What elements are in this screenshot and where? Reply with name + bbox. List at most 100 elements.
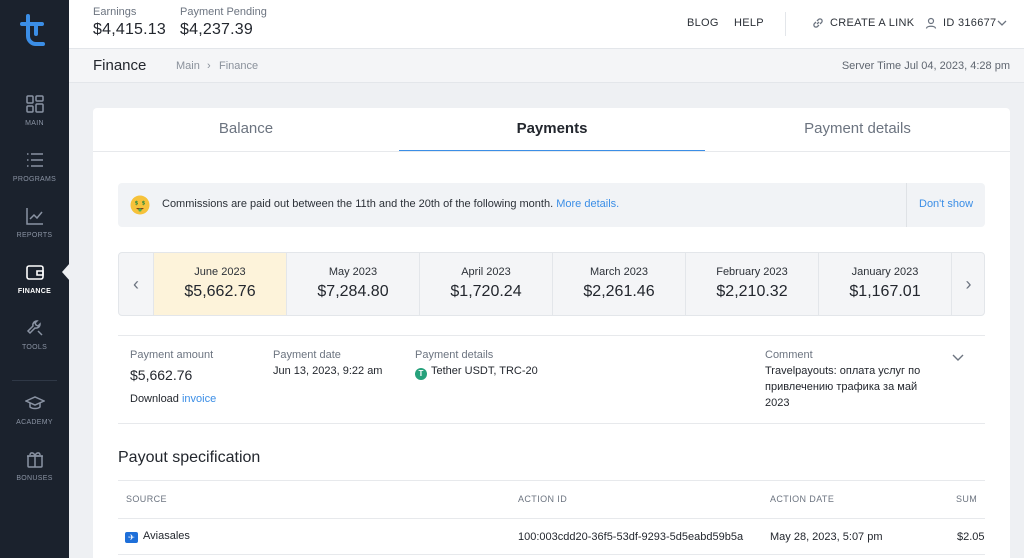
page-title: Finance — [93, 57, 147, 74]
chart-icon — [25, 208, 43, 225]
payment-amount-label: Payment amount — [130, 349, 214, 361]
link-icon — [813, 18, 823, 28]
month-january-2023[interactable]: January 2023 $1,167.01 — [818, 253, 951, 315]
sidebar-item-bonuses[interactable]: BONUSES — [0, 449, 69, 495]
payment-amount-value: $5,662.76 — [130, 367, 193, 383]
tab-payment-details[interactable]: Payment details — [705, 108, 1010, 152]
list-icon — [26, 153, 43, 167]
comment-line-3: 2023 — [765, 397, 790, 409]
month-name: April 2023 — [461, 266, 511, 278]
sidebar-item-label: FINANCE — [17, 288, 52, 295]
month-may-2023[interactable]: May 2023 $7,284.80 — [286, 253, 419, 315]
month-name: March 2023 — [589, 266, 649, 278]
wallet-icon — [25, 265, 44, 280]
travelpayouts-logo[interactable] — [19, 14, 49, 48]
comment-line-2: привлечению трафика за май — [765, 381, 918, 393]
row-source-label: Aviasales — [143, 530, 190, 542]
column-header-action-id[interactable]: ACTION ID — [518, 494, 567, 504]
tab-payments[interactable]: Payments — [399, 108, 705, 152]
sidebar-item-label: REPORTS — [16, 232, 53, 239]
prev-arrow-icon[interactable]: ‹ — [119, 253, 153, 315]
month-value: $5,662.76 — [184, 283, 256, 300]
invoice-link[interactable]: invoice — [182, 393, 216, 405]
pending-value: $4,237.39 — [180, 21, 253, 38]
top-divider — [785, 12, 786, 36]
help-link[interactable]: HELP — [734, 17, 764, 29]
month-name: June 2023 — [194, 266, 246, 278]
sidebar-item-programs[interactable]: PROGRAMS — [0, 150, 69, 196]
tether-icon: T — [415, 368, 427, 380]
month-value: $1,167.01 — [849, 283, 921, 300]
month-march-2023[interactable]: March 2023 $2,261.46 — [552, 253, 685, 315]
sidebar-item-label: ACADEMY — [16, 419, 53, 426]
row-source: ✈ Aviasales — [125, 530, 190, 543]
commission-notice: $ $ Commissions are paid out between the… — [118, 183, 985, 227]
column-header-action-date[interactable]: ACTION DATE — [770, 494, 834, 504]
svg-text:$: $ — [142, 201, 146, 207]
svg-text:$: $ — [135, 201, 139, 207]
create-link-button[interactable]: CREATE A LINK — [830, 17, 914, 29]
month-name: May 2023 — [328, 266, 378, 278]
notice-message: Commissions are paid out between the 11t… — [162, 198, 619, 210]
month-april-2023[interactable]: April 2023 $1,720.24 — [419, 253, 552, 315]
sidebar-item-finance[interactable]: FINANCE — [0, 262, 69, 308]
aviasales-icon: ✈ — [125, 532, 138, 543]
more-details-link[interactable]: More details. — [556, 198, 619, 210]
sidebar-item-label: BONUSES — [16, 475, 53, 482]
dont-show-button[interactable]: Don't show — [919, 198, 973, 210]
month-value: $1,720.24 — [450, 283, 522, 300]
server-time: Server Time Jul 04, 2023, 4:28 pm — [841, 60, 1010, 72]
chevron-down-icon[interactable] — [997, 19, 1007, 27]
breadcrumb-main[interactable]: Main — [176, 60, 200, 72]
sidebar-item-main[interactable]: MAIN — [0, 94, 69, 140]
sidebar-divider — [12, 380, 57, 381]
breadcrumb-separator-icon: › — [207, 60, 211, 72]
month-name: January 2023 — [851, 266, 919, 278]
tab-divider — [93, 151, 1010, 152]
comment-label: Comment — [765, 349, 813, 361]
breadcrumb-current: Finance — [219, 60, 259, 72]
notice-divider — [906, 183, 907, 227]
row-sum: $2.05 — [957, 531, 985, 543]
earnings-label: Earnings — [93, 6, 137, 18]
blog-link[interactable]: BLOG — [687, 17, 719, 29]
tab-balance[interactable]: Balance — [93, 108, 399, 152]
payment-details-label: Payment details — [415, 349, 494, 361]
payment-date-value: Jun 13, 2023, 9:22 am — [273, 365, 383, 377]
notice-text: Commissions are paid out between the 11t… — [162, 198, 554, 210]
earnings-value: $4,415.13 — [93, 21, 166, 38]
user-icon — [925, 17, 937, 29]
sidebar-item-reports[interactable]: REPORTS — [0, 206, 69, 252]
page-header: Finance Main › Finance Server Time Jul 0… — [69, 49, 1024, 83]
month-value: $2,210.32 — [716, 283, 788, 300]
graduation-cap-icon — [24, 396, 45, 410]
column-header-source[interactable]: SOURCE — [126, 494, 167, 504]
table-divider-row — [118, 554, 985, 555]
gift-icon — [26, 452, 43, 468]
download-invoice: Download invoice — [130, 393, 216, 405]
dashboard-icon — [25, 95, 44, 113]
finance-card: Balance Payments Payment details $ $ Com… — [93, 108, 1010, 558]
row-action-id-link[interactable]: 100:003cdd20-36f5-53df-9293-5d5eabd59b5a — [518, 531, 743, 543]
sidebar-item-label: MAIN — [25, 120, 44, 127]
download-label: Download — [130, 393, 179, 405]
month-value: $7,284.80 — [317, 283, 389, 300]
month-june-2023[interactable]: June 2023 $5,662.76 — [153, 253, 286, 315]
expand-chevron-icon[interactable] — [951, 350, 965, 364]
sidebar-item-tools[interactable]: TOOLS — [0, 318, 69, 364]
month-february-2023[interactable]: February 2023 $2,210.32 — [685, 253, 818, 315]
user-id-menu[interactable]: ID 316677 — [943, 17, 996, 29]
details-divider-bottom — [118, 423, 985, 424]
payment-method: T Tether USDT, TRC-20 — [415, 365, 538, 380]
table-divider-top — [118, 480, 985, 481]
payout-spec-title: Payout specification — [118, 449, 261, 466]
column-header-sum[interactable]: SUM — [956, 494, 977, 504]
payment-method-value: Tether USDT, TRC-20 — [431, 365, 538, 377]
sidebar-item-academy[interactable]: ACADEMY — [0, 393, 69, 439]
wrench-icon — [26, 320, 43, 336]
next-arrow-icon[interactable]: › — [951, 253, 985, 315]
payment-date-label: Payment date — [273, 349, 341, 361]
month-selector: ‹ June 2023 $5,662.76 May 2023 $7,284.80… — [118, 252, 985, 316]
table-divider-header — [118, 518, 985, 519]
top-bar: Earnings $4,415.13 Payment Pending $4,23… — [69, 0, 1024, 49]
